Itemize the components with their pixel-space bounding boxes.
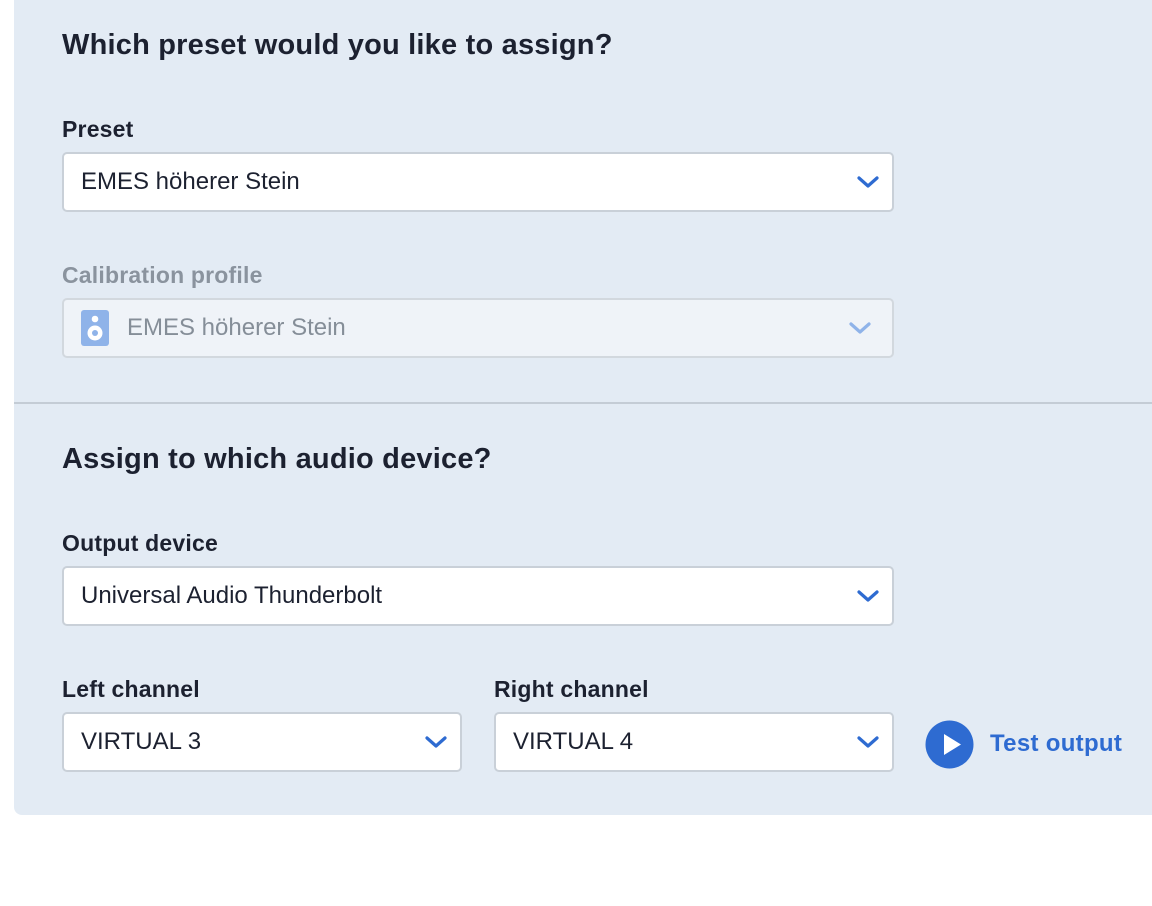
calibration-profile-select: EMES höherer Stein (62, 298, 894, 358)
chevron-down-icon (425, 736, 447, 748)
test-output-button[interactable]: Test output (925, 719, 1122, 769)
calibration-profile-value: EMES höherer Stein (127, 314, 346, 341)
chevron-down-icon (857, 736, 879, 748)
chevron-down-icon (857, 590, 879, 602)
play-icon (925, 720, 974, 768)
chevron-down-icon (849, 322, 871, 334)
speaker-icon (81, 310, 109, 346)
preset-select-value: EMES höherer Stein (81, 168, 300, 195)
calibration-profile-label: Calibration profile (62, 262, 263, 288)
device-section-title: Assign to which audio device? (62, 443, 492, 475)
left-channel-select[interactable]: VIRTUAL 3 (62, 712, 462, 772)
test-output-label: Test output (990, 730, 1123, 757)
preset-label: Preset (62, 116, 134, 142)
output-device-label: Output device (62, 530, 218, 556)
preset-select[interactable]: EMES höherer Stein (62, 152, 894, 212)
right-channel-value: VIRTUAL 4 (513, 728, 634, 755)
left-channel-label: Left channel (62, 676, 200, 702)
right-channel-label: Right channel (494, 676, 649, 702)
left-channel-value: VIRTUAL 3 (81, 728, 202, 755)
chevron-down-icon (857, 176, 879, 188)
preset-section-title: Which preset would you like to assign? (62, 29, 613, 61)
section-divider (14, 402, 1152, 404)
output-device-value: Universal Audio Thunderbolt (81, 582, 383, 609)
right-channel-select[interactable]: VIRTUAL 4 (494, 712, 894, 772)
output-device-select[interactable]: Universal Audio Thunderbolt (62, 566, 894, 626)
